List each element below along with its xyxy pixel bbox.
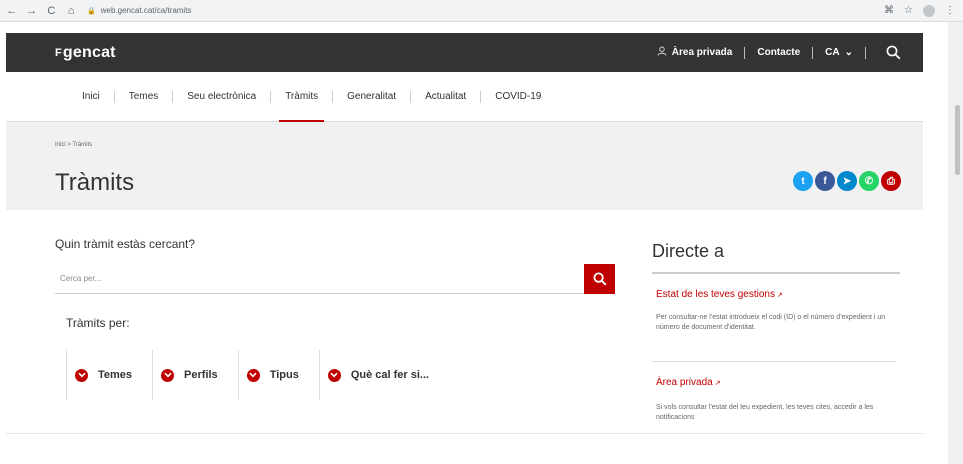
back-icon[interactable]: ← (4, 3, 20, 19)
divider (652, 272, 900, 274)
chevron-down-icon (327, 368, 341, 382)
chevron-down-icon: ⌄ (844, 47, 853, 58)
lock-icon: 🔒 (87, 7, 96, 15)
tab-perfils[interactable]: Perfils (152, 350, 238, 400)
scrollbar[interactable] (948, 22, 963, 464)
tab-label: Temes (98, 369, 133, 381)
twitter-icon[interactable]: t (793, 171, 813, 191)
link-label: Àrea privada (656, 377, 713, 388)
search-bar (55, 264, 615, 294)
area-privada-link[interactable]: Àrea privada (645, 46, 745, 59)
search-icon[interactable] (866, 45, 923, 60)
telegram-icon[interactable]: ➤ (837, 171, 857, 191)
divider (6, 433, 923, 434)
nav-item-covid-19[interactable]: COVID-19 (481, 72, 555, 122)
print-icon[interactable]: ⎙ (881, 171, 901, 191)
tab-label: Perfils (184, 369, 218, 381)
link-label: Estat de les teves gestions (656, 289, 775, 300)
search-question: Quin tràmit estàs cercant? (55, 237, 196, 251)
tramits-per-tabs: Temes Perfils Tipus Què cal fer si... (66, 350, 449, 400)
tab-que-cal-fer-si[interactable]: Què cal fer si... (318, 350, 449, 400)
whatsapp-icon[interactable]: ✆ (859, 171, 879, 191)
area-privada-label: Àrea privada (671, 47, 733, 58)
search-icon (593, 272, 607, 286)
chevron-down-icon (161, 368, 175, 382)
user-icon (657, 46, 667, 59)
bookmark-star-icon[interactable]: ☆ (904, 5, 913, 16)
tab-label: Què cal fer si... (350, 369, 430, 381)
page-header-band: Inici > Tràmits Tràmits t f ➤ ✆ ⎙ (6, 122, 923, 210)
tab-label: Tipus (269, 369, 299, 381)
tab-temes[interactable]: Temes (66, 350, 152, 400)
reload-icon[interactable]: C (44, 3, 60, 19)
divider (652, 361, 896, 362)
language-selector[interactable]: CA ⌄ (813, 47, 865, 58)
estat-gestions-link[interactable]: Estat de les teves gestions ↗ (656, 289, 783, 300)
browser-menu-icon[interactable]: ⋮ (945, 5, 955, 16)
facebook-icon[interactable]: f (815, 171, 835, 191)
browser-toolbar: ← → C ⌂ 🔒 web.gencat.cat/ca/tramits ⌘ ☆ … (0, 0, 963, 22)
nav-item-tramits[interactable]: Tràmits (271, 72, 332, 122)
search-input[interactable] (55, 264, 584, 293)
nav-item-inici[interactable]: Inici (68, 72, 114, 122)
social-share-bar: t f ➤ ✆ ⎙ (793, 171, 901, 191)
home-icon[interactable]: ⌂ (63, 3, 79, 19)
logo-mark: F (55, 46, 62, 59)
external-link-icon: ↗ (776, 292, 783, 299)
contacte-link[interactable]: Contacte (745, 47, 812, 58)
external-link-icon: ↗ (714, 380, 721, 387)
address-bar[interactable]: 🔒 web.gencat.cat/ca/tramits (87, 3, 884, 19)
header-nav: Àrea privada Contacte CA ⌄ (645, 45, 923, 60)
estat-gestions-description: Per consultar-ne l'estat introdueix el c… (656, 314, 886, 331)
forward-icon[interactable]: → (24, 3, 40, 19)
url-text: web.gencat.cat/ca/tramits (100, 6, 192, 15)
language-label: CA (825, 47, 840, 58)
area-privada-description: Si vols consultar l'estat del teu expedi… (656, 404, 874, 421)
site-header: Fgencat Àrea privada Contacte CA ⌄ (6, 33, 923, 72)
extensions-icon[interactable]: ⌘ (884, 5, 894, 16)
tramits-per-label: Tràmits per: (66, 316, 130, 330)
logo-text: gencat (62, 43, 116, 61)
scrollbar-thumb[interactable] (955, 105, 960, 175)
gencat-logo[interactable]: Fgencat (55, 44, 116, 62)
main-navigation: Inici Temes Seu electrònica Tràmits Gene… (6, 72, 923, 122)
profile-avatar-icon[interactable] (923, 4, 936, 17)
directe-a-heading: Directe a (652, 241, 725, 261)
area-privada-direct-link[interactable]: Àrea privada ↗ (656, 377, 721, 388)
page-title: Tràmits (55, 169, 135, 196)
chevron-down-icon (75, 368, 88, 382)
chevron-down-icon (246, 368, 260, 382)
nav-item-generalitat[interactable]: Generalitat (333, 72, 410, 122)
search-button[interactable] (584, 264, 615, 294)
nav-item-temes[interactable]: Temes (115, 72, 172, 122)
nav-item-seu-electronica[interactable]: Seu electrònica (173, 72, 270, 122)
tab-tipus[interactable]: Tipus (237, 350, 319, 400)
breadcrumb[interactable]: Inici > Tràmits (55, 142, 92, 148)
nav-item-actualitat[interactable]: Actualitat (411, 72, 480, 122)
